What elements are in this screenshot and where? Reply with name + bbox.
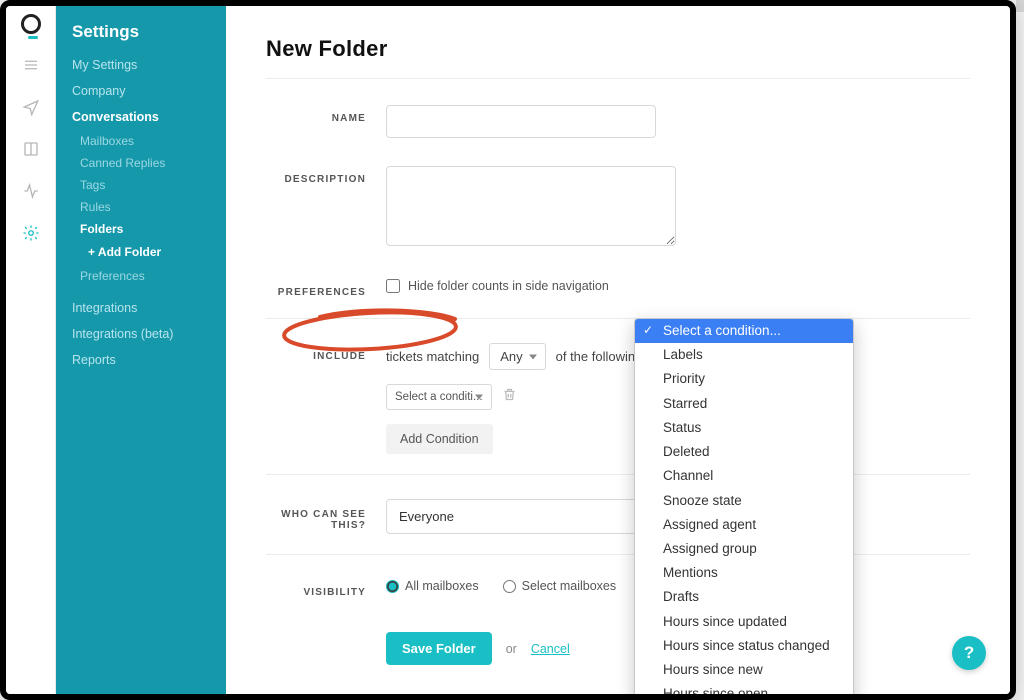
folder-form: NAME DESCRIPTION PREFERENCES Hide folder…: [266, 91, 970, 665]
dropdown-option[interactable]: Priority: [635, 367, 853, 391]
gear-icon[interactable]: [20, 222, 42, 244]
dropdown-option[interactable]: Select a condition...: [635, 319, 853, 343]
dropdown-option[interactable]: Channel: [635, 464, 853, 488]
visibility-select-radio[interactable]: [503, 580, 516, 593]
icon-rail: [6, 6, 56, 694]
sidebar-item-reports[interactable]: Reports: [56, 347, 226, 373]
monitor-stand: [1016, 0, 1024, 12]
dropdown-option[interactable]: Deleted: [635, 440, 853, 464]
include-prefix: tickets matching: [386, 349, 479, 364]
dropdown-option[interactable]: Mentions: [635, 561, 853, 585]
sidebar-item-integrations-beta[interactable]: Integrations (beta): [56, 321, 226, 347]
label-name: NAME: [266, 105, 386, 124]
sidebar-sub-mailboxes[interactable]: Mailboxes: [56, 130, 226, 152]
book-icon[interactable]: [20, 138, 42, 160]
label-visibility: VISIBILITY: [266, 579, 386, 598]
actions-or: or: [506, 642, 517, 656]
sidebar-add-folder[interactable]: + Add Folder: [56, 240, 226, 265]
label-description: DESCRIPTION: [266, 166, 386, 185]
app-logo: [21, 14, 41, 34]
activity-icon[interactable]: [20, 180, 42, 202]
include-suffix: of the following:: [556, 349, 646, 364]
visibility-select[interactable]: Select mailboxes: [503, 579, 617, 593]
help-fab[interactable]: ?: [952, 636, 986, 670]
page-title: New Folder: [266, 36, 970, 62]
save-button[interactable]: Save Folder: [386, 632, 492, 665]
dropdown-option[interactable]: Hours since new: [635, 658, 853, 682]
add-condition-button[interactable]: Add Condition: [386, 424, 493, 454]
dropdown-option[interactable]: Assigned group: [635, 537, 853, 561]
label-who: WHO CAN SEE THIS?: [266, 499, 386, 531]
name-input[interactable]: [386, 105, 656, 138]
condition-dropdown[interactable]: Select a condition...LabelsPriorityStarr…: [634, 318, 854, 700]
label-include: INCLUDE: [266, 343, 386, 362]
visibility-all-radio[interactable]: [386, 580, 399, 593]
sidebar-item-integrations[interactable]: Integrations: [56, 295, 226, 321]
dropdown-option[interactable]: Hours since status changed: [635, 634, 853, 658]
dropdown-option[interactable]: Starred: [635, 392, 853, 416]
sidebar-item-conversations[interactable]: Conversations: [56, 104, 226, 130]
divider: [266, 78, 970, 79]
sidebar-item-my-settings[interactable]: My Settings: [56, 52, 226, 78]
settings-sidebar: Settings My Settings Company Conversatio…: [56, 6, 226, 694]
condition-select[interactable]: Select a conditi...: [386, 384, 492, 410]
dropdown-option[interactable]: Hours since open: [635, 682, 853, 700]
sidebar-sub-preferences[interactable]: Preferences: [56, 265, 226, 287]
hide-counts-checkbox[interactable]: Hide folder counts in side navigation: [386, 279, 866, 293]
main-panel: New Folder NAME DESCRIPTION PREFERENCES …: [226, 6, 1010, 694]
dropdown-option[interactable]: Hours since updated: [635, 610, 853, 634]
dropdown-option[interactable]: Assigned agent: [635, 513, 853, 537]
who-can-see-select[interactable]: Everyone: [386, 499, 676, 534]
hide-counts-input[interactable]: [386, 279, 400, 293]
send-icon[interactable]: [20, 96, 42, 118]
dropdown-option[interactable]: Labels: [635, 343, 853, 367]
dropdown-option[interactable]: Status: [635, 416, 853, 440]
cancel-link[interactable]: Cancel: [531, 642, 570, 656]
description-input[interactable]: [386, 166, 676, 246]
hamburger-icon[interactable]: [20, 54, 42, 76]
sidebar-title: Settings: [56, 20, 226, 52]
hide-counts-label: Hide folder counts in side navigation: [408, 279, 609, 293]
app-window: Settings My Settings Company Conversatio…: [0, 0, 1016, 700]
visibility-all[interactable]: All mailboxes: [386, 579, 479, 593]
dropdown-option[interactable]: Snooze state: [635, 489, 853, 513]
label-preferences: PREFERENCES: [266, 279, 386, 298]
sidebar-sub-rules[interactable]: Rules: [56, 196, 226, 218]
sidebar-sub-folders[interactable]: Folders: [56, 218, 226, 240]
sidebar-sub-tags[interactable]: Tags: [56, 174, 226, 196]
sidebar-item-company[interactable]: Company: [56, 78, 226, 104]
trash-icon[interactable]: [502, 387, 517, 407]
match-select[interactable]: Any: [489, 343, 545, 370]
dropdown-option[interactable]: Drafts: [635, 585, 853, 609]
sidebar-sub-canned[interactable]: Canned Replies: [56, 152, 226, 174]
